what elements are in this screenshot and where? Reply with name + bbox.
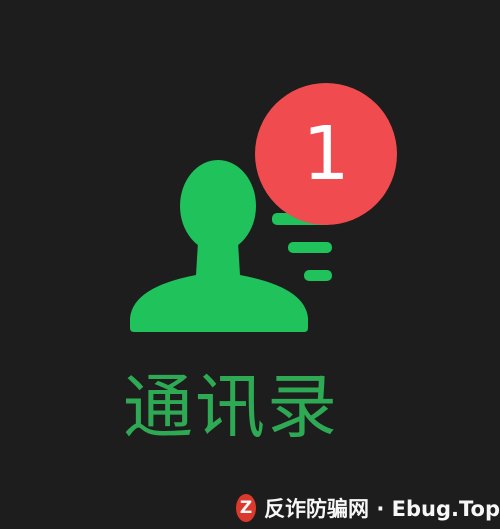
watermark-logo-icon: Z (236, 494, 257, 522)
watermark: Z 反诈防骗网 · Ebug.Top (236, 487, 500, 529)
contacts-tab[interactable]: 1 通讯录 (0, 0, 500, 529)
contacts-tab-label: 通讯录 (123, 366, 339, 448)
unread-badge: 1 (255, 83, 397, 225)
watermark-text: 反诈防骗网 · Ebug.Top (264, 497, 500, 521)
